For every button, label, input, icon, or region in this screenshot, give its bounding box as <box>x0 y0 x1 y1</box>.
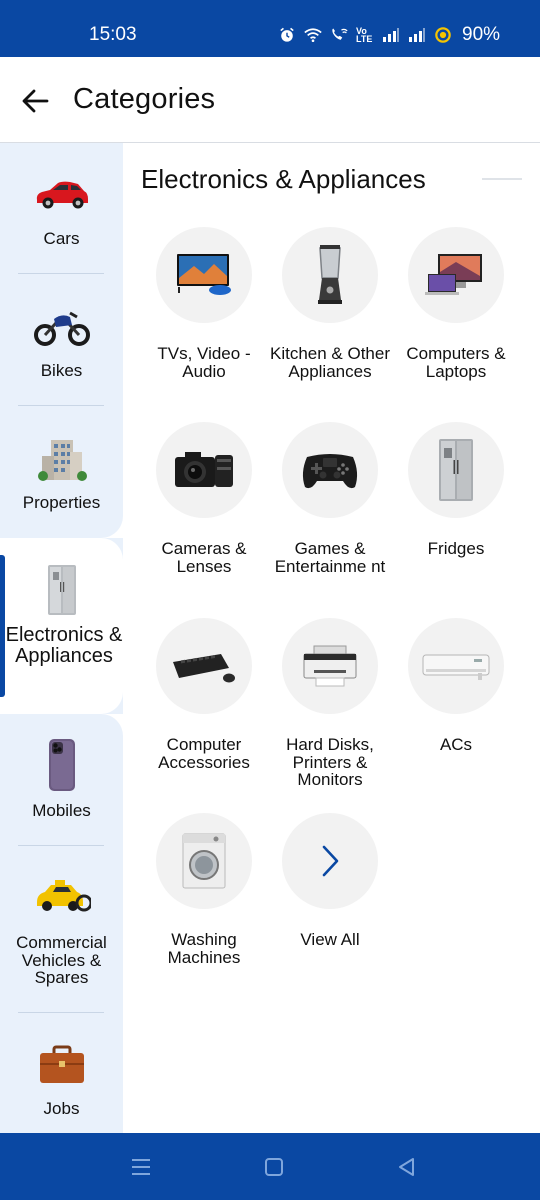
taxi-icon <box>36 880 91 912</box>
tile-label: Fridges <box>427 539 485 558</box>
tile-label: Games & Entertainme nt <box>274 539 386 576</box>
tile-label: Computers & Laptops <box>406 344 506 381</box>
printer-icon <box>303 645 357 687</box>
sidebar-item-properties[interactable]: Properties <box>0 429 123 529</box>
tv-icon <box>177 254 231 295</box>
sidebar-item-label: Commercial Vehicles & Spares <box>16 933 107 987</box>
fridge-icon <box>47 565 76 615</box>
category-tile-computers-laptops[interactable]: Computers & Laptops <box>393 227 519 397</box>
chevron-right-icon <box>322 845 339 877</box>
sidebar-item-label: Properties <box>22 493 101 512</box>
gamepad-icon <box>302 454 358 489</box>
system-nav-bar <box>0 1133 540 1200</box>
category-tile-kitchen-appliances[interactable]: Kitchen & Other Appliances <box>267 227 393 397</box>
sidebar-item-mobiles[interactable]: Mobiles <box>0 735 123 835</box>
category-tile-cameras-lenses[interactable]: Cameras & Lenses <box>141 422 267 592</box>
tile-label: Washing Machines <box>167 930 241 967</box>
category-tile-acs[interactable]: ACs <box>393 618 519 788</box>
category-tile-washing-machines[interactable]: Washing Machines <box>141 813 267 983</box>
sidebar-item-label: Cars <box>43 229 80 248</box>
tile-label: Computer Accessories <box>158 735 250 772</box>
sidebar-divider <box>18 405 104 406</box>
tile-label: TVs, Video - Audio <box>157 344 251 381</box>
signal-icon-2 <box>409 28 425 42</box>
sidebar-divider <box>18 1012 104 1013</box>
sidebar-item-label: Bikes <box>40 361 83 380</box>
wifi-icon <box>304 28 322 43</box>
motorbike-icon <box>33 311 90 346</box>
status-icons: Vo LTE 90% <box>278 24 500 46</box>
category-tile-games-entertainment[interactable]: Games & Entertainme nt <box>267 422 393 592</box>
sidebar-item-jobs[interactable]: Jobs <box>0 1034 123 1129</box>
app-header: Categories <box>0 57 540 143</box>
page-title: Categories <box>73 83 216 115</box>
sidebar-item-cars[interactable]: Cars <box>0 165 123 265</box>
battery-percent: 90% <box>462 24 501 45</box>
status-bar: 15:03 Vo LTE 90% <box>0 0 540 57</box>
tile-label: View All <box>300 930 360 949</box>
fridge-icon <box>439 439 473 501</box>
sidebar-divider <box>18 845 104 846</box>
briefcase-icon <box>39 1045 84 1083</box>
menu-icon[interactable] <box>129 1155 153 1179</box>
category-tile-computer-accessories[interactable]: Computer Accessories <box>141 618 267 788</box>
status-time: 15:03 <box>89 24 137 45</box>
tile-label: Kitchen & Other Appliances <box>269 344 390 381</box>
category-tile-tvs[interactable]: TVs, Video - Audio <box>141 227 267 397</box>
volte-label: Vo LTE <box>356 26 373 44</box>
section-title: Electronics & Appliances <box>141 164 426 194</box>
tile-label: Cameras & Lenses <box>161 539 247 576</box>
category-tile-hard-disks-printers-monitors[interactable]: Hard Disks, Printers & Monitors <box>267 618 393 788</box>
back-triangle-icon[interactable] <box>395 1155 419 1179</box>
sidebar-divider <box>18 273 104 274</box>
building-icon <box>37 440 87 481</box>
camera-icon <box>175 452 233 487</box>
sidebar-item-electronics-appliances[interactable]: Electronics & Appliances <box>0 560 123 690</box>
smartphone-icon <box>48 739 75 791</box>
section-divider <box>482 178 522 180</box>
washing-machine-icon <box>182 833 226 889</box>
laptop-icon <box>425 254 482 295</box>
sidebar-item-commercial-vehicles[interactable]: Commercial Vehicles & Spares <box>0 866 123 991</box>
air-conditioner-icon <box>422 654 490 680</box>
sidebar-item-label: Mobiles <box>32 801 91 820</box>
car-icon <box>36 181 88 209</box>
sidebar-item-label: Jobs <box>43 1099 80 1118</box>
wifi-calling-icon <box>332 28 348 40</box>
signal-icon <box>383 28 399 42</box>
category-tile-fridges[interactable]: Fridges <box>393 422 519 592</box>
back-arrow-icon[interactable] <box>18 83 54 119</box>
sidebar-item-bikes[interactable]: Bikes <box>0 297 123 397</box>
tile-label: ACs <box>439 735 473 754</box>
alarm-icon <box>280 27 294 42</box>
home-square-icon[interactable] <box>262 1155 286 1179</box>
keyboard-icon <box>173 654 235 683</box>
sidebar-item-label: Electronics & Appliances <box>5 624 123 667</box>
category-tile-view-all[interactable]: View All <box>267 813 393 983</box>
battery-saver-icon <box>435 27 451 43</box>
tile-label: Hard Disks, Printers & Monitors <box>286 735 374 789</box>
blender-icon <box>318 245 342 304</box>
